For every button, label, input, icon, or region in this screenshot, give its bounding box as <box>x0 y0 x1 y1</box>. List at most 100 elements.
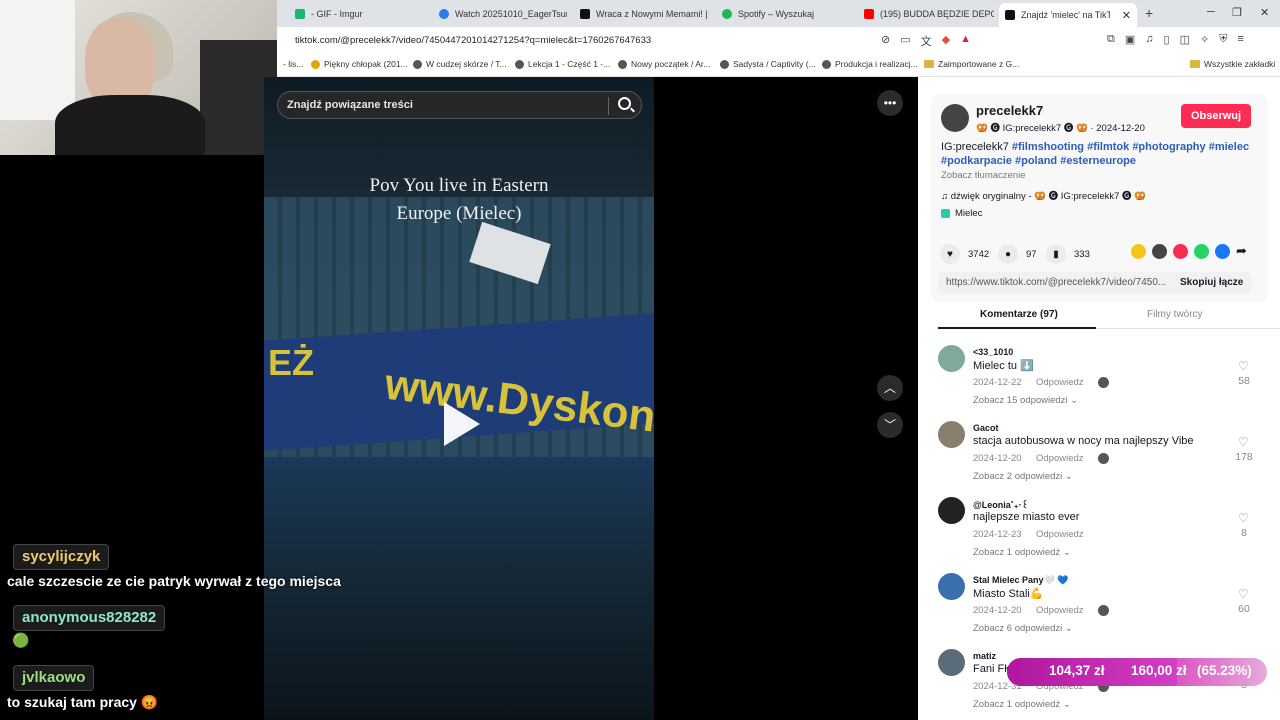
brave-shield-icon[interactable]: ◆ <box>942 33 950 49</box>
location-tag[interactable]: Mielec <box>941 208 982 219</box>
reply-button[interactable]: Odpowiedz <box>1036 377 1084 388</box>
tab-youtube[interactable]: (195) BUDDA BĘDZIE DEPORTO <box>864 4 994 24</box>
view-replies-button[interactable]: Zobacz 1 odpowiedź ⌄ <box>973 547 1071 558</box>
comment-date: 2024-12-20 <box>973 453 1022 464</box>
music-icon[interactable]: ♫ <box>1145 33 1153 46</box>
imgur-icon <box>295 9 305 19</box>
tab-imgur[interactable]: - GIF - Imgur <box>295 4 430 24</box>
extensions-icon[interactable]: ⧉ <box>1107 33 1115 46</box>
menu-icon[interactable]: ≡ <box>1237 33 1243 46</box>
wallet-icon[interactable]: ◫ <box>1180 33 1190 46</box>
more-options-icon[interactable]: ••• <box>877 90 903 116</box>
bookmark-item[interactable]: Produkcja i realizacj... <box>822 59 918 69</box>
url-field[interactable]: tiktok.com/@precelekk7/video/74504472010… <box>295 35 651 46</box>
bookmark-item[interactable]: Piękny chłopak (201... <box>311 59 408 69</box>
close-window-icon[interactable]: ✕ <box>1260 6 1269 19</box>
comment-button[interactable]: ● 97 <box>998 244 1037 264</box>
reader-icon[interactable]: ▯ <box>1164 33 1170 46</box>
comment-like-icon[interactable]: ♡ <box>1238 359 1249 373</box>
avatar[interactable] <box>938 497 965 524</box>
goal-progress-bar: 104,37 zł 160,00 zł (65.23%) <box>1007 658 1267 686</box>
bookmark-item[interactable]: - lis... <box>283 59 303 69</box>
comment-icon: ● <box>998 244 1018 264</box>
comment-username[interactable]: matiz <box>973 651 996 661</box>
creator-like-avatar <box>1098 605 1109 616</box>
comment-username[interactable]: Stal Mielec Pany🤍 💙 <box>973 575 1068 586</box>
embed-icon[interactable] <box>1152 244 1167 259</box>
bookmark-item[interactable]: Lekcja 1 - Część 1 -... <box>515 59 610 69</box>
hashtags[interactable]: #podkarpacie #poland #esterneurope <box>941 155 1136 167</box>
bookmark-item[interactable]: W cudzej skórze / T... <box>413 59 507 69</box>
avatar[interactable] <box>938 573 965 600</box>
comment-like-icon[interactable]: ♡ <box>1238 587 1249 601</box>
tab-watch[interactable]: Watch 20251010_EagerTsunde <box>439 4 567 24</box>
previous-video-icon[interactable]: ︿ <box>877 375 903 401</box>
avatar[interactable] <box>938 345 965 372</box>
creator-like-avatar <box>1098 453 1109 464</box>
comment-username[interactable]: <33_1010 <box>973 347 1013 357</box>
comment-username[interactable]: Gacot <box>973 423 999 433</box>
next-video-icon[interactable]: ﹀ <box>877 412 903 438</box>
video-link-field[interactable]: https://www.tiktok.com/@precelekk7/video… <box>938 272 1252 294</box>
bookmarks-bar: - lis... Piękny chłopak (201... W cudzej… <box>277 53 1280 77</box>
minimize-icon[interactable]: ─ <box>1207 6 1215 18</box>
vpn-icon[interactable]: ⛨ <box>1219 33 1227 46</box>
comment-like-icon[interactable]: ♡ <box>1238 435 1249 449</box>
avatar[interactable] <box>938 649 965 676</box>
hashtags[interactable]: #filmshooting #filmtok #photography #mie… <box>1012 141 1249 153</box>
tab-comments[interactable]: Komentarze (97) <box>980 309 1058 320</box>
all-bookmarks-folder[interactable]: Wszystkie zakładki <box>1190 59 1275 69</box>
share-arrow-icon[interactable]: ➦ <box>1236 243 1247 259</box>
tab-tiktok-search[interactable]: Znajdź 'mielec' na TikTok |✕ <box>999 3 1137 27</box>
sidebar-icon[interactable]: ▣ <box>1125 33 1135 46</box>
tab-spotify[interactable]: Spotify – Wyszukaj <box>722 4 850 24</box>
site-icon <box>413 59 422 69</box>
ai-icon[interactable]: ✧ <box>1200 33 1209 46</box>
whatsapp-icon[interactable] <box>1194 244 1209 259</box>
author-username[interactable]: precelekk7 <box>976 103 1043 118</box>
avatar[interactable] <box>938 421 965 448</box>
comment-like-count: 60 <box>1238 603 1250 615</box>
new-tab-button[interactable]: + <box>1145 5 1153 21</box>
view-replies-button[interactable]: Zobacz 15 odpowiedzi ⌄ <box>973 395 1078 406</box>
view-replies-button[interactable]: Zobacz 1 odpowiedź ⌄ <box>973 699 1071 710</box>
reply-button[interactable]: Odpowiedz <box>1036 453 1084 464</box>
related-search-input[interactable]: Znajdź powiązane treści <box>277 91 642 119</box>
view-replies-button[interactable]: Zobacz 2 odpowiedzi ⌄ <box>973 471 1073 482</box>
repost-icon[interactable] <box>1131 244 1146 259</box>
sound-link[interactable]: ♫ dźwięk oryginalny - 🥨 🅖 IG:precelekk7 … <box>941 188 1146 202</box>
facebook-icon[interactable] <box>1215 244 1230 259</box>
bookmark-item[interactable]: Sadysta / Captivity (... <box>720 59 816 69</box>
avatar[interactable] <box>941 104 969 132</box>
close-tab-icon[interactable]: ✕ <box>1122 9 1131 22</box>
video-player[interactable]: EŻ www.Dyskont Pov You live in Eastern E… <box>264 77 654 720</box>
reply-button[interactable]: Odpowiedz <box>1036 529 1084 540</box>
tab-tiktok-memes[interactable]: Wraca z Nowymi Memami! | Ti <box>580 4 708 24</box>
post-details-panel: precelekk7 🥨 🅖 IG:precelekk7 🅖 🥨 · 2024-… <box>918 77 1280 720</box>
rewards-icon[interactable]: ▲ <box>960 33 971 49</box>
play-icon[interactable] <box>444 402 480 446</box>
search-icon[interactable] <box>618 97 631 110</box>
translate-link[interactable]: Zobacz tłumaczenie <box>941 170 1025 181</box>
follow-button[interactable]: Obserwuj <box>1181 104 1251 128</box>
bookmark-item[interactable]: Nowy początek / Ar... <box>618 59 710 69</box>
cast-icon[interactable]: ▭ <box>900 33 910 49</box>
creator-like-avatar <box>1098 377 1109 388</box>
comment-username[interactable]: @Leonia˚₊‧꒰ <box>973 499 1028 511</box>
bookmark-folder[interactable]: Zaimportowane z G... <box>924 59 1019 69</box>
translate-icon[interactable]: 文 <box>921 33 932 49</box>
goal-current: 104,37 zł <box>1049 663 1105 678</box>
reply-button[interactable]: Odpowiedz <box>1036 605 1084 616</box>
comment-like-icon[interactable]: ♡ <box>1238 511 1249 525</box>
save-button[interactable]: ▮ 333 <box>1046 244 1090 264</box>
send-icon[interactable] <box>1173 244 1188 259</box>
tab-creator-videos[interactable]: Filmy twórcy <box>1147 309 1203 320</box>
folder-icon <box>924 60 934 68</box>
chat-message: to szukaj tam pracy 😡 <box>7 694 159 710</box>
like-button[interactable]: ♥ 3742 <box>940 244 989 264</box>
restore-icon[interactable]: ❐ <box>1232 6 1242 19</box>
comment-text: Mielec tu ⬇️ <box>973 360 1034 372</box>
toolbar-actions: ⧉ ▣ ♫ ▯ ◫ ✧ ⛨ ≡ <box>1107 33 1244 46</box>
tracking-icon[interactable]: ⊘ <box>881 33 890 49</box>
copy-link-button[interactable]: Skopiuj łącze <box>1180 277 1243 288</box>
